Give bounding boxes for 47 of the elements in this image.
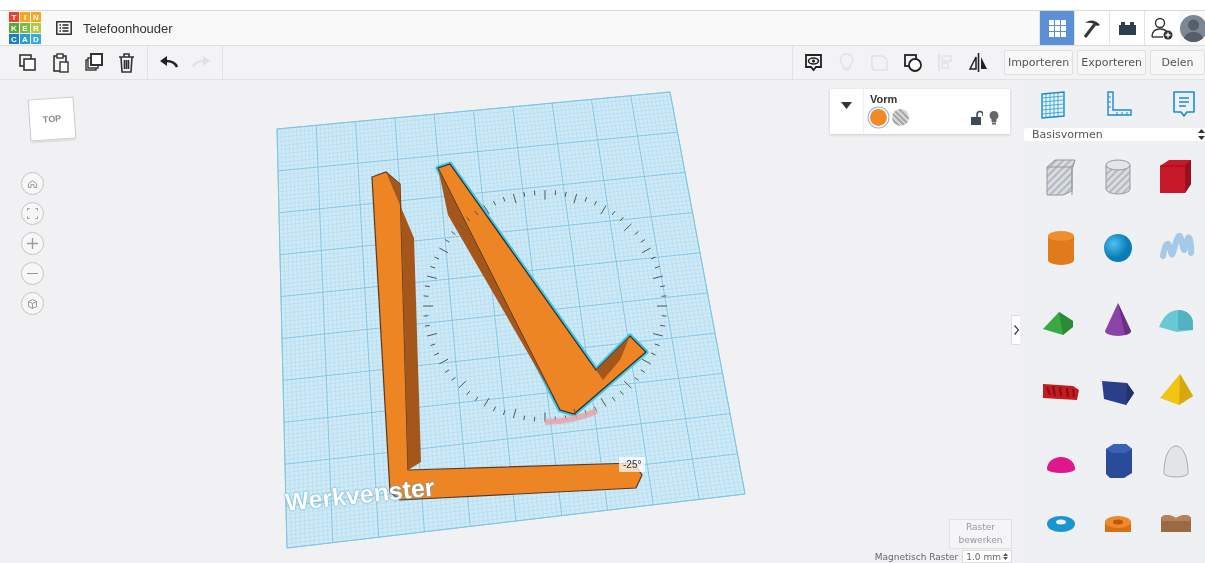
home-icon — [28, 179, 37, 188]
list-icon[interactable] — [56, 21, 72, 35]
workplane-label: Werkvenster — [283, 472, 436, 517]
logo[interactable]: T I N K E R C A D — [9, 12, 41, 44]
add-user-button[interactable] — [1144, 11, 1179, 45]
caret-icon — [841, 102, 852, 109]
perspective-icon — [28, 298, 37, 309]
export-button[interactable]: Exporteren — [1077, 50, 1146, 75]
caret-icon — [1003, 553, 1008, 560]
view-tab[interactable] — [1109, 11, 1144, 45]
duplicate-icon — [83, 52, 104, 73]
light-bulb-icon[interactable] — [988, 110, 1000, 125]
trash-icon — [116, 52, 137, 73]
hole-swatch[interactable] — [892, 109, 909, 126]
view-cube[interactable]: TOP — [27, 96, 77, 142]
share-button[interactable]: Delen — [1150, 50, 1205, 75]
mirror-icon — [967, 52, 989, 73]
panel-toggle[interactable] — [1011, 315, 1020, 345]
shape-category-dropdown[interactable]: Basisvormen — [1024, 128, 1205, 141]
angled-bracket-shape[interactable] — [435, 161, 649, 417]
sort-arrows-icon — [1198, 129, 1205, 140]
padlock-icon[interactable] — [969, 110, 983, 125]
solid-color-swatch[interactable] — [870, 109, 887, 126]
zoom-out-icon — [27, 272, 38, 275]
view-tab[interactable] — [1074, 11, 1109, 45]
rotation-reading: -25° — [619, 457, 646, 472]
zoom-in-icon — [27, 238, 38, 249]
workplane-grid-icon — [1038, 88, 1068, 120]
zoom-in-button[interactable] — [21, 232, 44, 255]
rotation-arc — [544, 408, 598, 425]
square-circle-icon — [901, 52, 923, 73]
snap-grid-dropdown[interactable]: 1.0 mm — [962, 550, 1012, 563]
add-user-icon — [1150, 16, 1174, 40]
copy-icon — [17, 52, 38, 73]
grid-icon — [1046, 17, 1068, 39]
rotation-dial[interactable] — [422, 189, 668, 423]
home-button[interactable] — [21, 172, 44, 195]
perspective-button[interactable] — [21, 292, 44, 315]
eye-speech-bubble-icon — [802, 52, 824, 73]
snap-grid-label: Magnetisch Raster — [874, 551, 959, 562]
clipboard-icon — [50, 52, 71, 73]
chevron-icon — [1013, 325, 1019, 335]
panel-title: Vorm — [870, 93, 898, 105]
import-button[interactable]: Importeren — [1003, 50, 1074, 75]
fit-view-icon — [27, 208, 38, 219]
design-title[interactable]: Telefoonhouder — [83, 20, 173, 36]
avatar[interactable] — [1180, 14, 1205, 42]
